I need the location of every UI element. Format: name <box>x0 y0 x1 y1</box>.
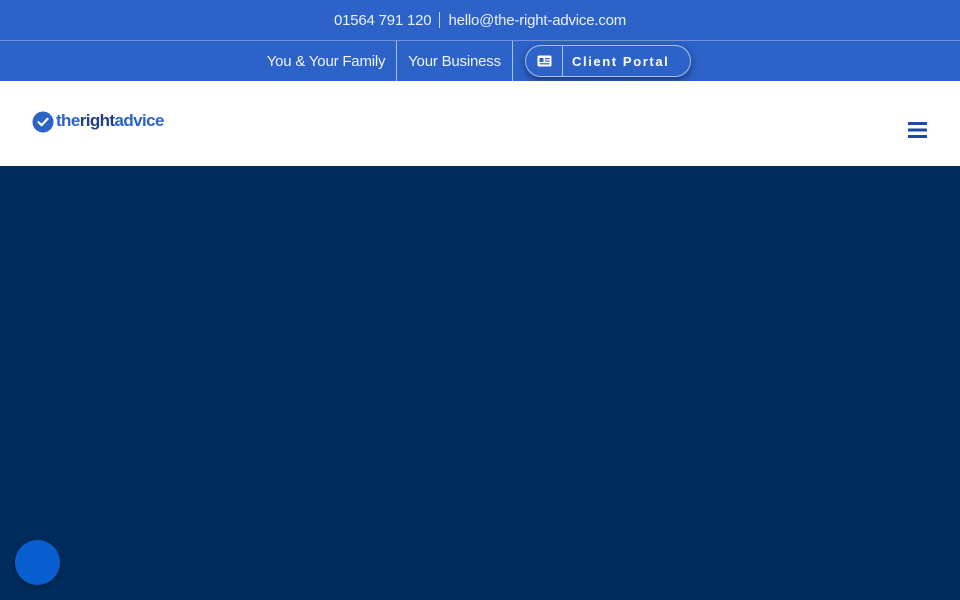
phone-link[interactable]: 01564 791 120 <box>334 12 432 29</box>
site-logo[interactable]: therightadvice <box>32 111 164 133</box>
hero-banner <box>0 166 960 600</box>
id-card-icon <box>526 46 563 76</box>
nav-item-you-and-your-family[interactable]: You & Your Family <box>256 41 397 81</box>
contact-bar: 01564 791 120 hello@the-right-advice.com <box>0 0 960 41</box>
email-link[interactable]: hello@the-right-advice.com <box>448 12 626 29</box>
site-header: therightadvice <box>0 81 960 166</box>
logo-wordmark: therightadvice <box>56 111 164 129</box>
contact-divider <box>439 12 441 28</box>
nav-item-your-business[interactable]: Your Business <box>397 41 513 81</box>
audience-nav: You & Your Family Your Business Client P… <box>0 41 960 81</box>
hamburger-menu-icon[interactable] <box>908 122 928 138</box>
nav-item-label: You & Your Family <box>266 52 386 70</box>
chat-bubble-icon[interactable] <box>15 540 60 585</box>
checkmark-circle-icon <box>32 111 54 133</box>
client-portal-button[interactable]: Client Portal <box>525 45 691 77</box>
client-portal-label: Client Portal <box>572 53 670 69</box>
nav-item-label: Your Business <box>408 52 501 70</box>
logo-word: therightadvice <box>56 111 164 130</box>
